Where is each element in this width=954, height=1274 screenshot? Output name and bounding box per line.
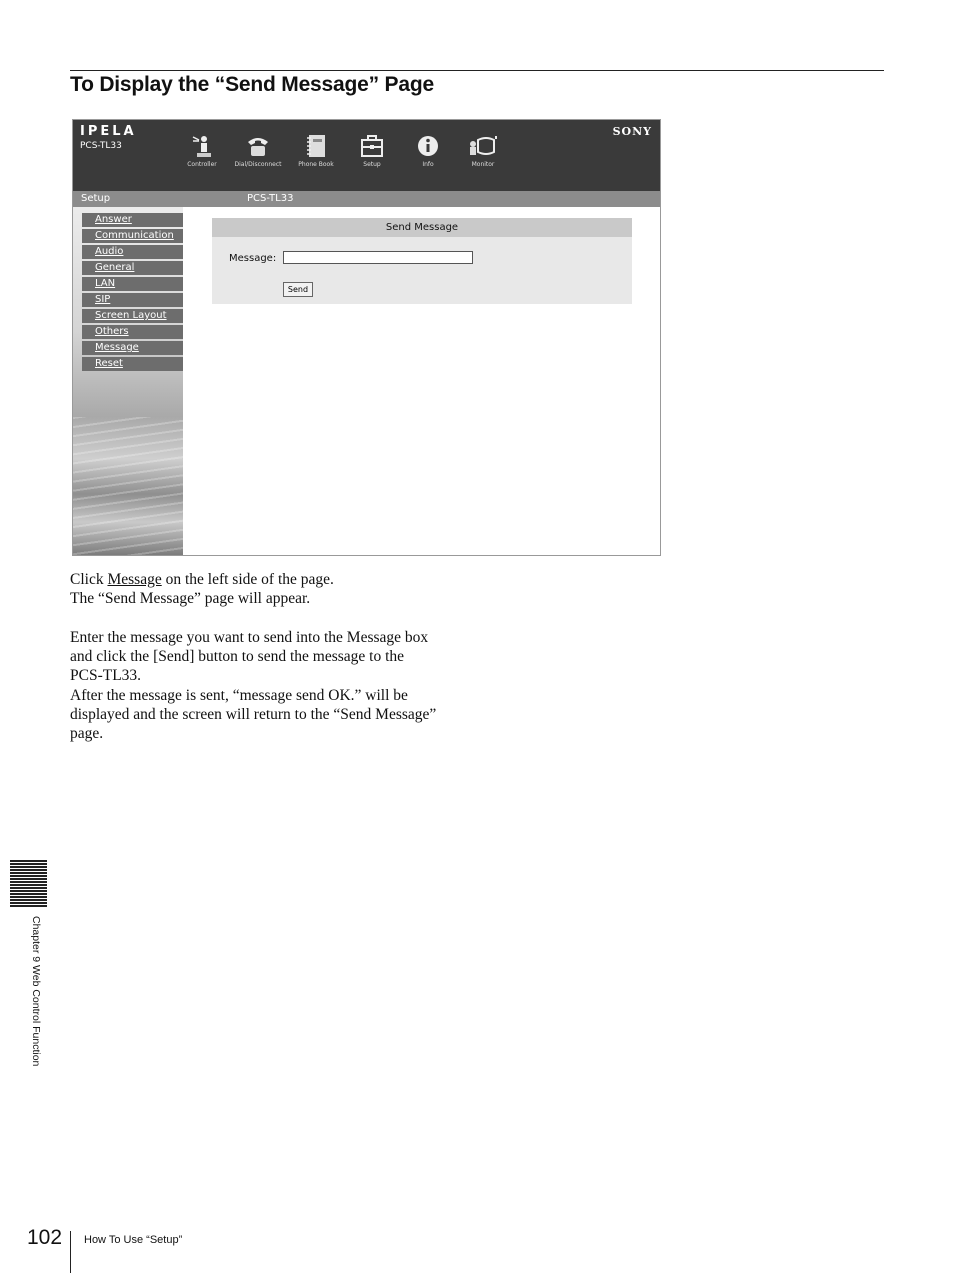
menu-item-screen-layout[interactable]: Screen Layout	[82, 309, 183, 323]
nav-dial-disconnect[interactable]: Dial/Disconnect	[228, 134, 288, 168]
sidebar-decoration	[73, 417, 183, 555]
band-section-label: Setup	[81, 193, 111, 204]
message-label: Message:	[229, 253, 277, 264]
toolbox-icon	[361, 135, 383, 157]
nav-label: Phone Book	[298, 161, 334, 168]
instruction-line: Enter the message you want to send into …	[70, 628, 429, 646]
brand-logo: IPELA	[80, 124, 137, 139]
instruction-line: and click the [Send] button to send the …	[70, 648, 405, 666]
send-button[interactable]: Send	[283, 282, 313, 297]
footer-section: How To Use “Setup”	[84, 1234, 183, 1246]
menu-item-reset[interactable]: Reset	[82, 357, 183, 371]
nav-label: Monitor	[471, 161, 495, 168]
phone-book-icon	[307, 135, 325, 157]
nav-label: Dial/Disconnect	[234, 161, 282, 168]
app-header: IPELA PCS-TL33 SONY Controller Dial/Disc…	[73, 120, 660, 191]
message-input[interactable]	[283, 251, 473, 264]
menu-item-lan[interactable]: LAN	[82, 277, 183, 291]
menu-item-general[interactable]: General	[82, 261, 183, 275]
setup-menu: Answer Communication Audio General LAN S…	[82, 213, 183, 373]
screenshot-window: IPELA PCS-TL33 SONY Controller Dial/Disc…	[72, 119, 661, 556]
setup-band: Setup PCS-TL33	[73, 191, 660, 207]
controller-icon	[192, 136, 211, 157]
step-text: on the left side of the page.	[161, 571, 334, 588]
instruction-line: After the message is sent, “message send…	[70, 686, 408, 704]
instruction-line: displayed and the screen will return to …	[70, 706, 437, 724]
message-link-text: Message	[107, 571, 162, 588]
chapter-label: Chapter 9 Web Control Function	[30, 916, 42, 1067]
nav-setup[interactable]: Setup	[342, 134, 402, 168]
step-text: Click	[70, 571, 108, 588]
nav-controller[interactable]: Controller	[172, 134, 232, 168]
instruction-line: page.	[70, 725, 104, 743]
maker-logo: SONY	[612, 125, 652, 138]
nav-monitor[interactable]: Monitor	[453, 134, 513, 168]
chapter-tab-marker	[10, 860, 47, 907]
panel-title: Send Message	[212, 218, 632, 237]
instruction-line: PCS-TL33.	[70, 667, 142, 685]
nav-label: Controller	[187, 161, 217, 168]
menu-item-message[interactable]: Message	[82, 341, 183, 355]
menu-item-sip[interactable]: SIP	[82, 293, 183, 307]
nav-info[interactable]: Info	[398, 134, 458, 168]
menu-item-others[interactable]: Others	[82, 325, 183, 339]
step-result: The “Send Message” page will appear.	[70, 590, 311, 608]
monitor-icon	[470, 136, 497, 155]
setup-sidebar: Answer Communication Audio General LAN S…	[73, 207, 183, 555]
nav-phone-book[interactable]: Phone Book	[286, 134, 346, 168]
page-number: 102	[27, 1226, 63, 1249]
menu-item-answer[interactable]: Answer	[82, 213, 183, 227]
send-message-panel: Send Message Message: Send	[212, 218, 632, 304]
menu-item-communication[interactable]: Communication	[82, 229, 183, 243]
menu-item-audio[interactable]: Audio	[82, 245, 183, 259]
step-click: Click Message on the left side of the pa…	[70, 570, 470, 589]
footer-rule	[70, 1231, 71, 1273]
instructions: Click Message on the left side of the pa…	[70, 570, 470, 744]
band-model-label: PCS-TL33	[247, 193, 294, 204]
nav-label: Info	[422, 161, 434, 168]
info-icon	[418, 136, 438, 156]
section-title: To Display the “Send Message” Page	[70, 73, 434, 96]
phone-icon	[248, 138, 268, 156]
nav-label: Setup	[363, 161, 381, 168]
model-name: PCS-TL33	[80, 141, 122, 151]
